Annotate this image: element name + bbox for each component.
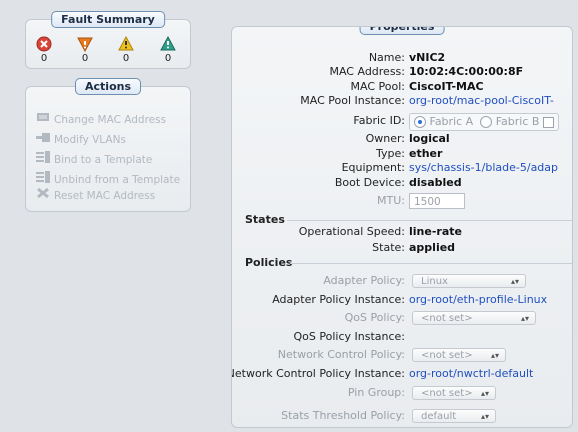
minor-icon (118, 36, 134, 51)
stats-threshold-policy-select[interactable]: default ▴▾ (412, 409, 496, 423)
adapter-policy-instance-link[interactable]: org-root/eth-profile-Linux (409, 292, 547, 308)
reset-mac-label: Reset MAC Address (54, 190, 156, 202)
warning-icon (160, 36, 176, 51)
network-control-policy-select[interactable]: <not set> ▴▾ (412, 348, 506, 362)
network-control-policy-value: <not set> (421, 350, 473, 361)
pin-group-select[interactable]: <not set> ▴▾ (412, 386, 496, 400)
minor-fault[interactable]: 0 (114, 36, 138, 64)
mac-address-row: MAC Address: 10:02:4C:00:00:8F (232, 64, 572, 80)
boot-device-value: disabled (409, 176, 462, 189)
fabric-id-group: Fabric A Fabric B (409, 113, 559, 131)
change-mac-label: Change MAC Address (54, 114, 167, 126)
operational-speed-row: Operational Speed: line-rate (232, 224, 572, 240)
actions-title: Actions (75, 78, 141, 95)
fabric-a-radio[interactable] (414, 116, 426, 128)
state-row: State: applied (232, 240, 572, 256)
network-control-policy-row: Network Control Policy: (232, 347, 572, 363)
modify-vlans-icon (36, 131, 54, 149)
qos-policy-select[interactable]: <not set> ▴▾ (412, 311, 536, 325)
policies-divider (290, 263, 572, 264)
select-arrows-icon: ▴▾ (480, 389, 489, 398)
boot-device-row: Boot Device: disabled (232, 175, 572, 191)
unbind-template-label: Unbind from a Template (54, 174, 181, 186)
owner-label: Owner: (365, 132, 405, 145)
operational-speed-value: line-rate (409, 225, 462, 238)
mtu-label: MTU: (377, 194, 405, 207)
fabric-id-label: Fabric ID: (353, 114, 405, 127)
major-icon (77, 37, 93, 52)
stats-threshold-policy-row: Stats Threshold Policy: (232, 408, 572, 424)
select-arrows-icon: ▴▾ (520, 314, 529, 323)
major-fault[interactable]: 0 (73, 36, 97, 64)
fabric-id-row: Fabric ID: Fabric A Fabric B (232, 113, 572, 131)
fabric-b-label: Fabric B (495, 115, 540, 128)
minor-count: 0 (122, 53, 130, 64)
state-value: applied (409, 241, 456, 254)
qos-policy-instance-row: QoS Policy Instance: (232, 329, 572, 345)
pin-group-value: <not set> (421, 388, 473, 399)
qos-policy-label: QoS Policy: (344, 311, 405, 324)
state-label: State: (372, 241, 405, 254)
fault-summary-title: Fault Summary (51, 11, 165, 28)
warning-count: 0 (164, 53, 172, 64)
boot-device-label: Boot Device: (334, 176, 405, 189)
adapter-policy-instance-label: Adapter Policy Instance: (272, 293, 405, 306)
enable-failover-checkbox[interactable] (542, 116, 554, 128)
pin-group-label: Pin Group: (347, 386, 405, 399)
mac-address-label: MAC Address: (329, 65, 405, 78)
change-mac-icon (36, 111, 54, 129)
select-arrows-icon: ▴▾ (510, 277, 519, 286)
bind-template-action[interactable]: Bind to a Template (36, 151, 152, 169)
modify-vlans-action[interactable]: Modify VLANs (36, 131, 126, 149)
critical-count: 0 (40, 53, 48, 64)
qos-policy-instance-label: QoS Policy Instance: (293, 330, 406, 343)
adapter-policy-value: Linux (421, 276, 448, 287)
change-mac-address-action[interactable]: Change MAC Address (36, 111, 166, 129)
mtu-row: MTU: (232, 193, 572, 209)
fault-summary-panel: Fault Summary 0 0 0 0 (25, 11, 191, 69)
mtu-field[interactable]: 1500 (409, 193, 465, 209)
select-arrows-icon: ▴▾ (490, 351, 499, 360)
stats-threshold-policy-label: Stats Threshold Policy: (281, 409, 405, 422)
critical-fault[interactable]: 0 (32, 36, 56, 64)
modify-vlans-label: Modify VLANs (54, 134, 126, 146)
equipment-row: Equipment: sys/chassis-1/blade-5/adap (232, 160, 572, 176)
reset-mac-address-action[interactable]: Reset MAC Address (36, 187, 155, 205)
pin-group-row: Pin Group: (232, 385, 572, 401)
critical-icon (36, 36, 52, 52)
owner-value: logical (409, 132, 450, 145)
mac-pool-instance-label: MAC Pool Instance: (300, 94, 405, 107)
stats-threshold-policy-value: default (421, 411, 457, 422)
policies-section-title: Policies (245, 256, 293, 269)
warning-fault[interactable]: 0 (156, 36, 180, 64)
mac-pool-instance-row: MAC Pool Instance: org-root/mac-pool-Cis… (232, 93, 572, 109)
adapter-policy-label: Adapter Policy: (323, 274, 405, 287)
properties-title: Properties (359, 27, 445, 35)
bind-template-label: Bind to a Template (54, 154, 153, 166)
reset-mac-icon (36, 187, 54, 205)
fabric-b-radio[interactable] (480, 116, 493, 128)
network-control-policy-label: Network Control Policy: (277, 348, 405, 361)
operational-speed-label: Operational Speed: (298, 225, 405, 238)
actions-panel: Actions Change MAC Address Modify VLANs … (25, 78, 191, 212)
mac-pool-instance-link[interactable]: org-root/mac-pool-CiscoIT- (409, 93, 554, 109)
bind-template-icon (36, 151, 54, 169)
adapter-policy-instance-row: Adapter Policy Instance: org-root/eth-pr… (232, 292, 572, 308)
select-arrows-icon: ▴▾ (480, 412, 489, 421)
equipment-link[interactable]: sys/chassis-1/blade-5/adap (409, 160, 558, 176)
network-control-policy-instance-link[interactable]: org-root/nwctrl-default (409, 366, 533, 382)
states-divider (287, 220, 572, 221)
major-count: 0 (81, 53, 89, 64)
equipment-label: Equipment: (341, 161, 405, 174)
fabric-a-label: Fabric A (429, 115, 474, 128)
network-control-policy-instance-label: Network Control Policy Instance: (231, 367, 405, 380)
mac-address-value: 10:02:4C:00:00:8F (409, 65, 524, 78)
owner-row: Owner: logical (232, 131, 572, 147)
qos-policy-value: <not set> (421, 313, 473, 324)
adapter-policy-select[interactable]: Linux ▴▾ (412, 274, 526, 288)
network-control-policy-instance-row: Network Control Policy Instance: org-roo… (232, 366, 572, 382)
properties-panel: Properties Name: vNIC2 MAC Address: 10:0… (231, 26, 573, 428)
